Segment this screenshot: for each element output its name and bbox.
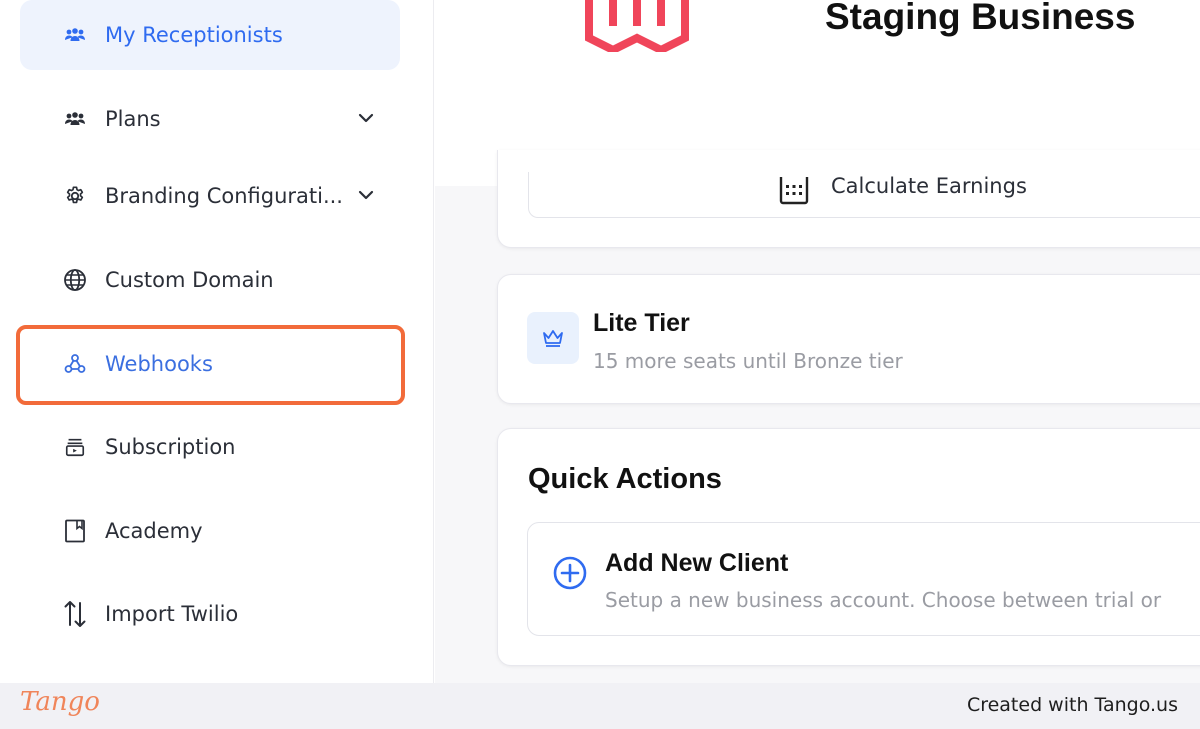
sidebar-item-label: Academy bbox=[105, 519, 203, 543]
webhook-icon bbox=[62, 351, 88, 377]
chevron-down-icon[interactable] bbox=[356, 108, 376, 128]
add-new-client-title: Add New Client bbox=[605, 549, 789, 577]
earnings-card: Calculate Earnings bbox=[497, 150, 1200, 248]
sidebar-item-label: Webhooks bbox=[105, 352, 213, 376]
swap-vertical-icon bbox=[62, 601, 88, 627]
sidebar-item-label: Subscription bbox=[105, 435, 236, 459]
subscription-icon bbox=[62, 434, 88, 460]
crown-icon bbox=[527, 312, 579, 364]
calculator-icon bbox=[779, 176, 809, 204]
tier-subtitle: 15 more seats until Bronze tier bbox=[593, 349, 903, 373]
add-new-client-button[interactable]: Add New Client Setup a new business acco… bbox=[527, 522, 1200, 636]
sidebar-item-plans[interactable]: Plans bbox=[20, 84, 400, 154]
quick-actions-card: Quick Actions Add New Client Setup a new… bbox=[497, 428, 1200, 666]
sidebar-item-branding-configuration[interactable]: Branding Configurati... bbox=[20, 161, 400, 231]
sidebar-item-label: Branding Configurati... bbox=[105, 184, 343, 208]
users-icon bbox=[62, 22, 88, 48]
add-new-client-description: Setup a new business account. Choose bet… bbox=[605, 588, 1162, 612]
main-content: Staging Business Calculate Earnings Lite… bbox=[435, 0, 1200, 683]
tango-logo: Tango bbox=[20, 687, 100, 717]
tier-title: Lite Tier bbox=[593, 309, 690, 337]
chevron-down-icon[interactable] bbox=[356, 185, 376, 205]
book-icon bbox=[62, 518, 88, 544]
created-with-text: Created with Tango.us bbox=[966, 694, 1178, 716]
sidebar-item-academy[interactable]: Academy bbox=[20, 496, 400, 566]
sidebar-item-custom-domain[interactable]: Custom Domain bbox=[20, 245, 400, 315]
sidebar-item-webhooks[interactable]: Webhooks bbox=[20, 329, 400, 399]
plus-circle-icon bbox=[553, 556, 587, 590]
sidebar-item-my-receptionists[interactable]: My Receptionists bbox=[20, 0, 400, 70]
calculate-earnings-label: Calculate Earnings bbox=[831, 173, 1027, 198]
sidebar-item-import-twilio[interactable]: Import Twilio bbox=[20, 579, 400, 649]
sidebar-item-label: Import Twilio bbox=[105, 602, 239, 626]
sidebar-item-subscription[interactable]: Subscription bbox=[20, 412, 400, 482]
quick-actions-title: Quick Actions bbox=[528, 463, 722, 495]
business-logo bbox=[585, 0, 689, 52]
calculate-earnings-button[interactable]: Calculate Earnings bbox=[528, 172, 1200, 218]
tier-card: Lite Tier 15 more seats until Bronze tie… bbox=[497, 274, 1200, 404]
business-name: Staging Business bbox=[825, 0, 1136, 37]
sidebar: My Receptionists Plans Branding Configur… bbox=[0, 0, 434, 683]
sidebar-item-label: Plans bbox=[105, 107, 161, 131]
globe-icon bbox=[62, 267, 88, 293]
gear-icon bbox=[62, 183, 88, 209]
sidebar-item-label: Custom Domain bbox=[105, 268, 274, 292]
users-icon bbox=[62, 106, 88, 132]
sidebar-item-label: My Receptionists bbox=[105, 23, 283, 47]
footer: Tango Created with Tango.us bbox=[0, 683, 1200, 729]
